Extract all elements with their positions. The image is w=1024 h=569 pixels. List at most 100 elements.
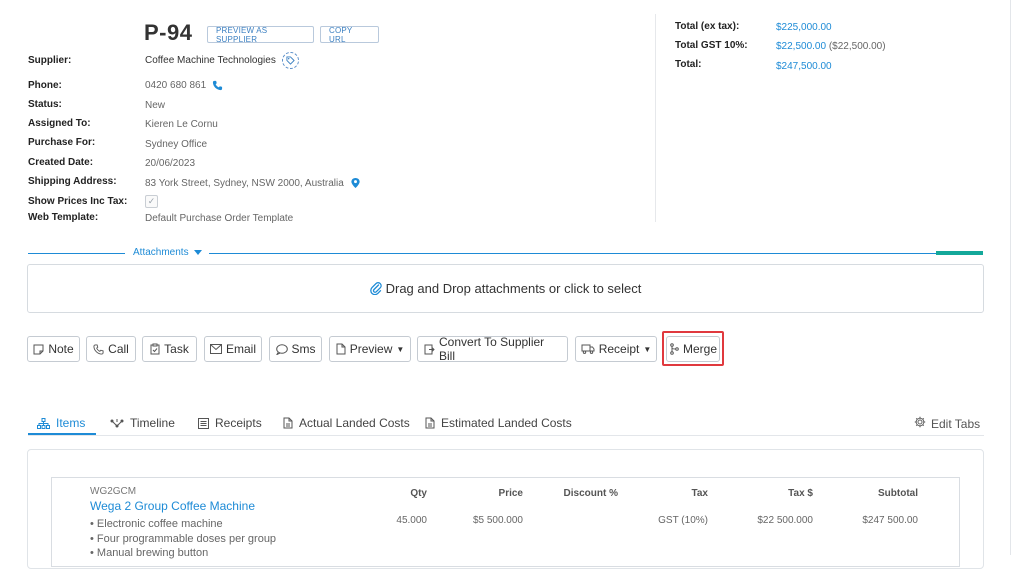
supplier-name[interactable]: Coffee Machine Technologies [145,55,276,66]
email-button-label: Email [226,342,257,356]
item-qty[interactable]: 45.000 [380,515,427,526]
preview-dropdown-button[interactable]: Preview ▼ [329,336,411,362]
tag-icon[interactable] [281,52,299,69]
note-icon [33,344,44,355]
tab-actual-landed-costs[interactable]: Actual Landed Costs [283,416,410,430]
tab-timeline-label: Timeline [130,416,175,430]
total-value: $247,500.00 [776,61,832,72]
item-description-line: • Electronic coffee machine [90,518,223,530]
item-sku: WG2GCM [90,486,137,497]
phone-icon [93,343,104,355]
item-name-link[interactable]: Wega 2 Group Coffee Machine [90,499,255,513]
timeline-icon [110,418,124,429]
column-header-price: Price [498,488,523,499]
convert-to-supplier-bill-button[interactable]: Convert To Supplier Bill [417,335,568,363]
show-prices-inc-tax-value: ✓ [145,195,158,208]
attachments-divider-left [28,253,125,254]
item-tax-amount: $22 500.000 [757,515,813,526]
tab-timeline[interactable]: Timeline [110,416,175,430]
receipt-button-label: Receipt [598,342,640,356]
item-tax[interactable]: GST (10%) [640,515,708,526]
call-button-label: Call [108,342,129,356]
merge-highlight-box [662,331,724,366]
total-gst-amount: $22,500.00 [776,41,827,52]
po-number: P-94 [144,20,193,45]
note-button-label: Note [48,342,74,356]
column-header-qty: Qty [410,488,427,499]
task-button[interactable]: Task [142,336,197,362]
tab-receipts[interactable]: Receipts [198,416,262,430]
created-date-value: 20/06/2023 [145,158,196,169]
edit-tabs-button[interactable]: Edit Tabs [914,416,980,431]
email-button[interactable]: Email [204,336,262,362]
clipboard-icon [150,343,160,355]
note-button[interactable]: Note [27,336,80,362]
purchase-for-label: Purchase For: [28,137,96,148]
copy-url-button[interactable]: COPY URL [320,26,379,44]
column-header-tax: Tax [691,488,709,499]
total-gst-label: Total GST 10%: [675,40,748,51]
column-header-subtotal: Subtotal [878,488,918,499]
attachments-toggle[interactable]: Attachments [133,247,202,258]
preview-button-label: Preview [349,342,393,356]
receipt-dropdown-button[interactable]: Receipt ▼ [575,336,657,362]
created-date-label: Created Date: [28,157,94,168]
supplier-value: Coffee Machine Technologies [145,52,299,69]
document-icon [336,343,346,355]
list-box-icon [198,417,209,429]
phone-label: Phone: [28,80,62,91]
file-icon [425,417,435,429]
edit-tabs-label: Edit Tabs [931,416,981,431]
web-template-value: Default Purchase Order Template [145,213,294,224]
tab-items[interactable]: Items [37,416,85,430]
tab-estimated-landed-costs[interactable]: Estimated Landed Costs [425,416,572,430]
column-divider [655,14,656,222]
item-description-line: • Manual brewing button [90,547,209,559]
phone-icon[interactable] [212,80,223,91]
attachments-progress-bar [936,251,983,255]
tab-items-label: Items [56,416,86,430]
envelope-icon [210,344,222,354]
map-pin-icon[interactable] [350,177,361,189]
chat-bubble-icon [275,343,288,355]
caret-down-icon [193,247,202,258]
task-button-label: Task [164,342,189,356]
column-header-discount: Discount % [563,488,618,499]
attachments-divider-right [209,253,936,254]
truck-icon [581,344,595,354]
tab-actual-landed-label: Actual Landed Costs [299,416,410,430]
attachments-title: Attachments [133,247,189,258]
status-label: Status: [28,99,62,110]
column-header-tax-amount: Tax $ [788,488,813,499]
supplier-label: Supplier: [28,55,72,66]
phone-value: 0420 680 861 [145,80,223,91]
total-label: Total: [675,59,702,70]
web-template-label: Web Template: [28,212,99,223]
sms-button-label: Sms [291,342,316,356]
total-ex-tax-label: Total (ex tax): [675,21,740,32]
show-prices-inc-tax-label: Show Prices Inc Tax: [28,196,128,207]
attachments-dropzone[interactable]: Drag and Drop attachments or click to se… [27,264,984,313]
assigned-to-label: Assigned To: [28,118,91,129]
total-gst-value: $22,500.00 ($22,500.00) [776,41,886,52]
assigned-to-value: Kieren Le Cornu [145,119,218,130]
total-ex-tax-value: $225,000.00 [776,22,832,33]
gear-icon [914,416,926,431]
status-value: New [145,100,166,111]
convert-icon [424,344,435,355]
item-description-line: • Four programmable doses per group [90,533,277,545]
convert-button-label: Convert To Supplier Bill [439,335,545,363]
item-price[interactable]: $5 500.000 [440,515,523,526]
purchase-for-value: Sydney Office [145,139,208,150]
preview-as-supplier-button[interactable]: PREVIEW AS SUPPLIER [207,26,314,44]
total-gst-paren: ($22,500.00) [828,41,886,52]
sms-button[interactable]: Sms [269,336,322,362]
tab-receipts-label: Receipts [215,416,262,430]
shipping-address-value: 83 York Street, Sydney, NSW 2000, Austra… [145,177,361,189]
paperclip-icon [369,282,382,295]
call-button[interactable]: Call [86,336,136,362]
item-subtotal: $247 500.00 [862,515,918,526]
show-prices-inc-tax-checkbox[interactable]: ✓ [145,195,158,208]
caret-down-icon: ▼ [396,344,405,354]
tab-estimated-landed-label: Estimated Landed Costs [441,416,572,430]
